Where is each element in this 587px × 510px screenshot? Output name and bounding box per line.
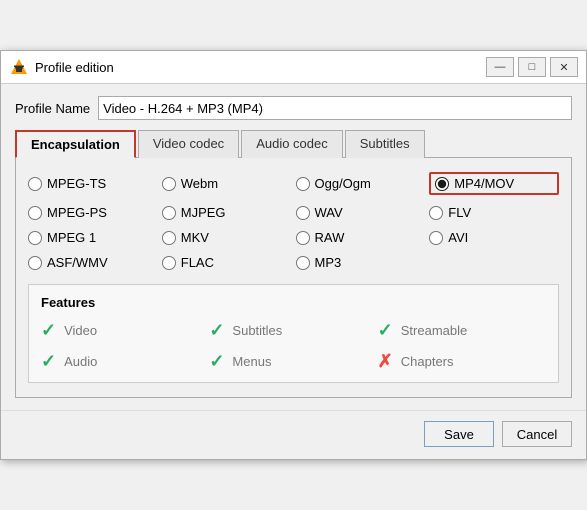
save-button[interactable]: Save <box>424 421 494 447</box>
radio-mkv[interactable]: MKV <box>162 230 292 245</box>
radio-raw[interactable]: RAW <box>296 230 426 245</box>
radio-webm[interactable]: Webm <box>162 172 292 195</box>
radio-mp3[interactable]: MP3 <box>296 255 426 270</box>
tab-subtitles[interactable]: Subtitles <box>345 130 425 158</box>
profile-edition-window: Profile edition — □ ✕ Profile Name Encap… <box>0 50 587 460</box>
tabs-container: Encapsulation Video codec Audio codec Su… <box>15 130 572 158</box>
radio-mpeg1[interactable]: MPEG 1 <box>28 230 158 245</box>
radio-flac[interactable]: FLAC <box>162 255 292 270</box>
feature-audio: ✓ Audio <box>41 351 209 372</box>
features-grid: ✓ Video ✓ Subtitles ✓ Streamable <box>41 320 546 372</box>
profile-name-input[interactable] <box>98 96 572 120</box>
radio-avi[interactable]: AVI <box>429 230 559 245</box>
tab-audio-codec[interactable]: Audio codec <box>241 130 343 158</box>
footer: Save Cancel <box>1 410 586 459</box>
check-icon-audio: ✓ <box>41 351 56 372</box>
profile-name-label: Profile Name <box>15 101 90 116</box>
window-controls: — □ ✕ <box>486 57 578 77</box>
features-box: Features ✓ Video ✓ Subtitles ✓ <box>28 284 559 383</box>
cross-icon-chapters: ✗ <box>378 351 393 372</box>
vlc-icon <box>9 57 29 77</box>
cancel-button[interactable]: Cancel <box>502 421 572 447</box>
main-content: Profile Name Encapsulation Video codec A… <box>1 84 586 410</box>
encapsulation-options: MPEG-TS Webm Ogg/Ogm MP4/MOV MPEG-P <box>28 172 559 270</box>
check-icon-subtitles: ✓ <box>209 320 224 341</box>
features-title: Features <box>41 295 546 310</box>
radio-placeholder <box>429 255 559 270</box>
title-bar: Profile edition — □ ✕ <box>1 51 586 84</box>
maximize-button[interactable]: □ <box>518 57 546 77</box>
tab-video-codec[interactable]: Video codec <box>138 130 239 158</box>
profile-name-row: Profile Name <box>15 96 572 120</box>
close-button[interactable]: ✕ <box>550 57 578 77</box>
radio-wav[interactable]: WAV <box>296 205 426 220</box>
check-icon-video: ✓ <box>41 320 56 341</box>
radio-mpeg-ps[interactable]: MPEG-PS <box>28 205 158 220</box>
window-title: Profile edition <box>35 60 480 75</box>
radio-ogg-ogm[interactable]: Ogg/Ogm <box>296 172 426 195</box>
radio-flv[interactable]: FLV <box>429 205 559 220</box>
encapsulation-panel: MPEG-TS Webm Ogg/Ogm MP4/MOV MPEG-P <box>15 157 572 398</box>
radio-mp4-mov[interactable]: MP4/MOV <box>429 172 559 195</box>
feature-subtitles: ✓ Subtitles <box>209 320 377 341</box>
feature-video: ✓ Video <box>41 320 209 341</box>
check-icon-menus: ✓ <box>209 351 224 372</box>
radio-mjpeg[interactable]: MJPEG <box>162 205 292 220</box>
feature-streamable: ✓ Streamable <box>378 320 546 341</box>
check-icon-streamable: ✓ <box>378 320 393 341</box>
feature-chapters: ✗ Chapters <box>378 351 546 372</box>
feature-menus: ✓ Menus <box>209 351 377 372</box>
radio-asf-wmv[interactable]: ASF/WMV <box>28 255 158 270</box>
tab-encapsulation[interactable]: Encapsulation <box>15 130 136 158</box>
radio-mpeg-ts[interactable]: MPEG-TS <box>28 172 158 195</box>
minimize-button[interactable]: — <box>486 57 514 77</box>
